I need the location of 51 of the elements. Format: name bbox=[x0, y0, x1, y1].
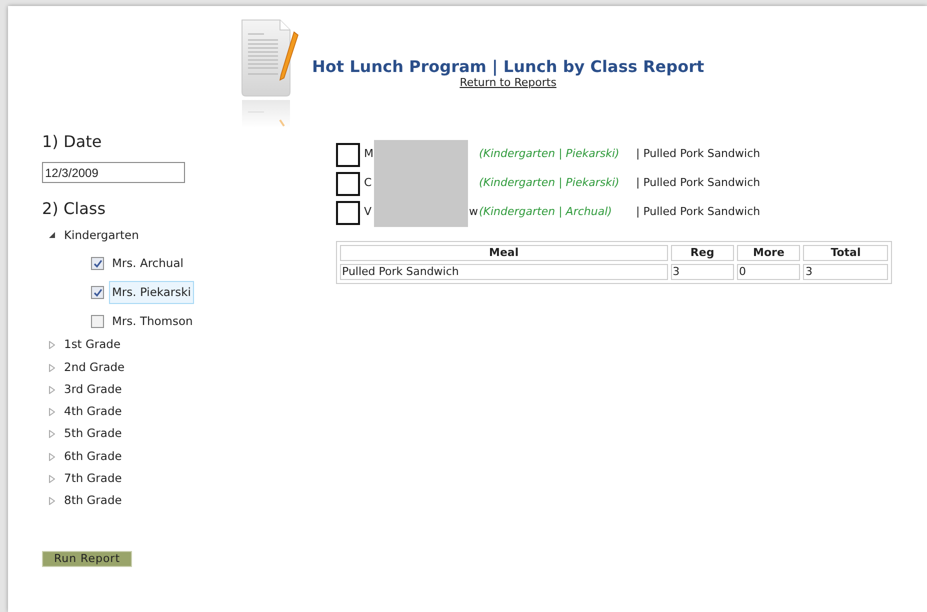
tree-node[interactable]: 7th Grade bbox=[64, 470, 122, 488]
run-report-button[interactable]: Run Report bbox=[42, 550, 132, 567]
table-cell: Pulled Pork Sandwich bbox=[340, 264, 668, 280]
checkbox[interactable] bbox=[336, 172, 360, 196]
expanded-arrow-icon[interactable] bbox=[49, 232, 55, 238]
student-meal: | Pulled Pork Sandwich bbox=[636, 204, 760, 220]
student-meal: | Pulled Pork Sandwich bbox=[636, 146, 760, 162]
tree-node[interactable]: 6th Grade bbox=[64, 448, 122, 466]
checkbox[interactable] bbox=[91, 257, 104, 270]
tree-node[interactable]: 8th Grade bbox=[64, 492, 122, 510]
class-heading: 2) Class bbox=[42, 198, 107, 220]
checkbox[interactable] bbox=[336, 142, 360, 166]
tree-node[interactable]: 3rd Grade bbox=[64, 380, 122, 398]
tree-node[interactable]: 5th Grade bbox=[64, 425, 122, 443]
tree-node[interactable]: Mrs. Piekarski bbox=[109, 281, 194, 304]
collapsed-arrow-icon[interactable] bbox=[49, 364, 55, 372]
checkbox[interactable] bbox=[336, 200, 360, 224]
student-class: (Kindergarten | Archual) bbox=[479, 204, 613, 220]
page-title: Hot Lunch Program | Lunch by Class Report bbox=[312, 58, 704, 76]
date-heading: 1) Date bbox=[42, 131, 103, 153]
student-name: V bbox=[364, 204, 373, 220]
student-class: (Kindergarten | Piekarski) bbox=[479, 146, 620, 162]
column-header: More bbox=[737, 245, 800, 261]
collapsed-arrow-icon[interactable] bbox=[49, 408, 55, 416]
checkbox[interactable] bbox=[91, 286, 104, 300]
column-header: Meal bbox=[340, 245, 668, 261]
collapsed-arrow-icon[interactable] bbox=[49, 341, 55, 350]
table-cell: 3 bbox=[803, 264, 888, 280]
tree-node[interactable]: Kindergarten bbox=[64, 227, 139, 244]
collapsed-arrow-icon[interactable] bbox=[49, 452, 55, 461]
collapsed-arrow-icon[interactable] bbox=[49, 386, 55, 394]
column-header: Reg bbox=[670, 245, 734, 261]
student-name: w bbox=[468, 204, 478, 220]
collapsed-arrow-icon[interactable] bbox=[49, 430, 55, 438]
tree-node[interactable]: 1st Grade bbox=[64, 336, 121, 354]
student-meal: | Pulled Pork Sandwich bbox=[636, 175, 760, 192]
student-class: (Kindergarten | Piekarski) bbox=[479, 175, 620, 192]
student-name: M bbox=[364, 146, 374, 162]
tree-node[interactable]: Mrs. Thomson bbox=[109, 310, 196, 334]
tree-node[interactable]: 2nd Grade bbox=[64, 358, 125, 376]
return-link[interactable]: Return to Reports bbox=[460, 76, 556, 89]
tree-node[interactable]: Mrs. Archual bbox=[109, 252, 186, 276]
date-field[interactable]: 12/3/2009 bbox=[42, 162, 185, 183]
column-header: Total bbox=[803, 245, 888, 261]
tree-node[interactable]: 4th Grade bbox=[64, 403, 122, 420]
checkbox[interactable] bbox=[91, 315, 104, 328]
table-cell: 0 bbox=[737, 264, 800, 280]
table-cell: 3 bbox=[670, 264, 734, 280]
student-name: C bbox=[364, 175, 373, 192]
collapsed-arrow-icon[interactable] bbox=[49, 497, 55, 506]
collapsed-arrow-icon[interactable] bbox=[49, 475, 55, 484]
